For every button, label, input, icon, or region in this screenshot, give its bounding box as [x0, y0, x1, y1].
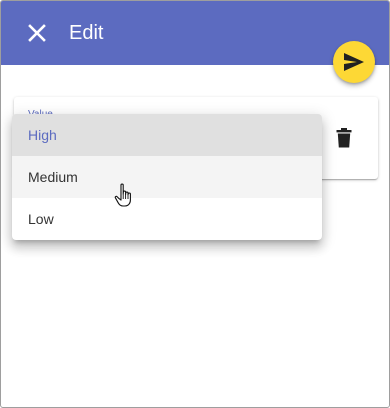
page-title: Edit	[69, 22, 104, 44]
menu-item-medium[interactable]: Medium	[12, 156, 322, 198]
edit-dialog: Edit Value High Medium Low	[0, 0, 390, 408]
send-button[interactable]	[333, 41, 375, 83]
close-button[interactable]	[23, 19, 51, 47]
delete-icon	[336, 128, 352, 148]
close-icon	[28, 24, 46, 42]
send-icon	[344, 53, 364, 71]
delete-button[interactable]	[332, 125, 356, 151]
menu-item-low[interactable]: Low	[12, 198, 322, 240]
menu-item-high[interactable]: High	[12, 114, 322, 156]
priority-dropdown-menu: High Medium Low	[12, 114, 322, 240]
header-toolbar: Edit	[1, 1, 389, 65]
